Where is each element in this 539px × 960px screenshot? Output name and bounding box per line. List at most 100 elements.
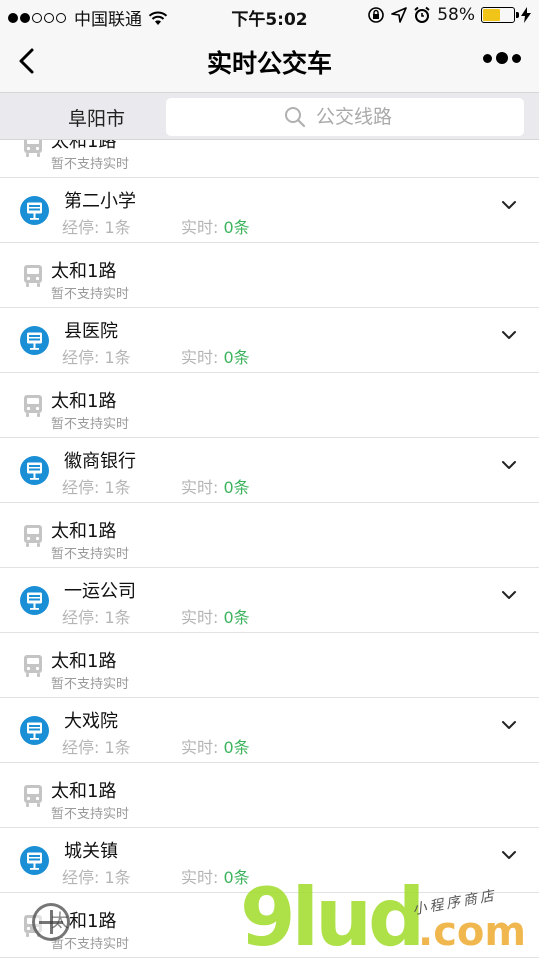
results-list: 太和1路 暂不支持实时 第二小学 经停: 1条 实时: 0条 太和1路 暂不支持实时 县医院经… bbox=[0, 140, 539, 960]
battery-percent: 58% bbox=[437, 5, 475, 25]
bus-icon bbox=[22, 654, 44, 678]
route-name: 太和1路 bbox=[51, 781, 117, 802]
realtime-label: 实时: bbox=[181, 868, 219, 887]
route-row[interactable]: 太和1路暂不支持实时 bbox=[0, 140, 539, 178]
bus-stop-icon bbox=[20, 456, 49, 485]
chevron-down-icon[interactable] bbox=[501, 456, 517, 469]
route-status: 暂不支持实时 bbox=[51, 417, 130, 432]
realtime-value: 0条 bbox=[223, 478, 250, 497]
location-arrow-icon bbox=[391, 7, 408, 23]
stop-passing-count: 经停: 1条 bbox=[62, 604, 131, 628]
route-status: 暂不支持实时 bbox=[51, 287, 130, 302]
status-bar: 中国联通 下午5:02 58% bbox=[0, 0, 539, 30]
passing-label: 经停: bbox=[62, 738, 100, 757]
battery-level bbox=[483, 9, 501, 21]
stop-passing-count: 经停: 1条 bbox=[62, 734, 131, 758]
route-row[interactable]: 太和1路暂不支持实时 bbox=[0, 503, 539, 568]
city-selector[interactable]: 阜阳市 bbox=[68, 104, 125, 131]
passing-label: 经停: bbox=[62, 868, 100, 887]
bus-icon bbox=[22, 524, 44, 548]
realtime-label: 实时: bbox=[181, 608, 219, 627]
route-name: 太和1路 bbox=[51, 140, 117, 152]
stop-passing-count: 经停: 1条 bbox=[62, 214, 131, 238]
more-options-icon[interactable] bbox=[483, 52, 521, 64]
bus-icon bbox=[22, 264, 44, 288]
passing-label: 经停: bbox=[62, 608, 100, 627]
watermark-crosshair-icon bbox=[32, 903, 70, 941]
route-status: 暂不支持实时 bbox=[51, 807, 130, 822]
chevron-down-icon[interactable] bbox=[501, 326, 517, 339]
search-box[interactable] bbox=[166, 98, 524, 136]
route-row[interactable]: 太和1路暂不支持实时 bbox=[0, 763, 539, 828]
route-status: 暂不支持实时 bbox=[51, 677, 130, 692]
passing-value: 1条 bbox=[104, 348, 131, 367]
bus-stop-icon bbox=[20, 196, 49, 225]
bus-stop-icon bbox=[20, 326, 49, 355]
stop-row[interactable]: 第二小学 经停: 1条 实时: 0条 bbox=[0, 178, 539, 243]
chevron-down-icon[interactable] bbox=[501, 196, 517, 209]
passing-label: 经停: bbox=[62, 348, 100, 367]
bus-icon bbox=[22, 394, 44, 418]
stop-realtime-count: 实时: 0条 bbox=[181, 214, 250, 238]
route-name: 太和1路 bbox=[51, 391, 117, 412]
battery-icon bbox=[481, 7, 519, 23]
bus-stop-icon bbox=[20, 586, 49, 615]
stop-row[interactable]: 一运公司 经停: 1条 实时: 0条 bbox=[0, 568, 539, 633]
route-status: 暂不支持实时 bbox=[51, 547, 130, 562]
navigation-bar: 实时公交车 bbox=[0, 30, 539, 92]
realtime-label: 实时: bbox=[181, 738, 219, 757]
passing-value: 1条 bbox=[104, 738, 131, 757]
passing-value: 1条 bbox=[104, 478, 131, 497]
passing-value: 1条 bbox=[104, 218, 131, 237]
stop-row[interactable]: 徽商银行 经停: 1条 实时: 0条 bbox=[0, 438, 539, 503]
stop-passing-count: 经停: 1条 bbox=[62, 864, 131, 888]
route-name: 太和1路 bbox=[51, 521, 117, 542]
stop-realtime-count: 实时: 0条 bbox=[181, 734, 250, 758]
passing-value: 1条 bbox=[104, 608, 131, 627]
route-status: 暂不支持实时 bbox=[51, 157, 130, 172]
alarm-icon bbox=[414, 6, 430, 23]
status-right: 58% bbox=[367, 5, 531, 25]
bus-stop-icon bbox=[20, 716, 49, 745]
realtime-value: 0条 bbox=[223, 348, 250, 367]
stop-realtime-count: 实时: 0条 bbox=[181, 474, 250, 498]
stop-name: 大戏院 bbox=[64, 711, 118, 732]
chevron-down-icon[interactable] bbox=[501, 846, 517, 859]
stop-realtime-count: 实时: 0条 bbox=[181, 604, 250, 628]
stop-name: 县医院 bbox=[64, 321, 118, 342]
realtime-value: 0条 bbox=[223, 608, 250, 627]
realtime-value: 0条 bbox=[223, 218, 250, 237]
watermark-domain: .com bbox=[418, 909, 527, 955]
bus-stop-icon bbox=[20, 846, 49, 875]
search-bar: 阜阳市 bbox=[0, 92, 539, 140]
route-name: 太和1路 bbox=[51, 651, 117, 672]
realtime-label: 实时: bbox=[181, 478, 219, 497]
watermark-logo: 9lud bbox=[240, 871, 425, 960]
bus-icon bbox=[22, 140, 44, 158]
charging-bolt-icon bbox=[521, 7, 531, 23]
bus-icon bbox=[22, 784, 44, 808]
stop-name: 城关镇 bbox=[64, 841, 118, 862]
realtime-label: 实时: bbox=[181, 218, 219, 237]
route-row[interactable]: 太和1路暂不支持实时 bbox=[0, 373, 539, 438]
stop-row[interactable]: 县医院 经停: 1条 实时: 0条 bbox=[0, 308, 539, 373]
stop-name: 一运公司 bbox=[64, 581, 136, 602]
search-input[interactable] bbox=[316, 106, 406, 128]
route-row[interactable]: 太和1路暂不支持实时 bbox=[0, 633, 539, 698]
stop-row[interactable]: 大戏院 经停: 1条 实时: 0条 bbox=[0, 698, 539, 763]
chevron-down-icon[interactable] bbox=[501, 716, 517, 729]
passing-value: 1条 bbox=[104, 868, 131, 887]
realtime-value: 0条 bbox=[223, 738, 250, 757]
stop-name: 第二小学 bbox=[64, 191, 136, 212]
rotation-lock-icon bbox=[368, 7, 385, 23]
realtime-label: 实时: bbox=[181, 348, 219, 367]
stop-passing-count: 经停: 1条 bbox=[62, 344, 131, 368]
stop-passing-count: 经停: 1条 bbox=[62, 474, 131, 498]
stop-realtime-count: 实时: 0条 bbox=[181, 344, 250, 368]
passing-label: 经停: bbox=[62, 218, 100, 237]
search-icon bbox=[285, 107, 306, 128]
chevron-down-icon[interactable] bbox=[501, 586, 517, 599]
route-name: 太和1路 bbox=[51, 261, 117, 282]
route-row[interactable]: 太和1路暂不支持实时 bbox=[0, 243, 539, 308]
results-list-content: 太和1路 暂不支持实时 第二小学 经停: 1条 实时: 0条 太和1路 暂不支持实时 县医院经… bbox=[0, 140, 539, 958]
